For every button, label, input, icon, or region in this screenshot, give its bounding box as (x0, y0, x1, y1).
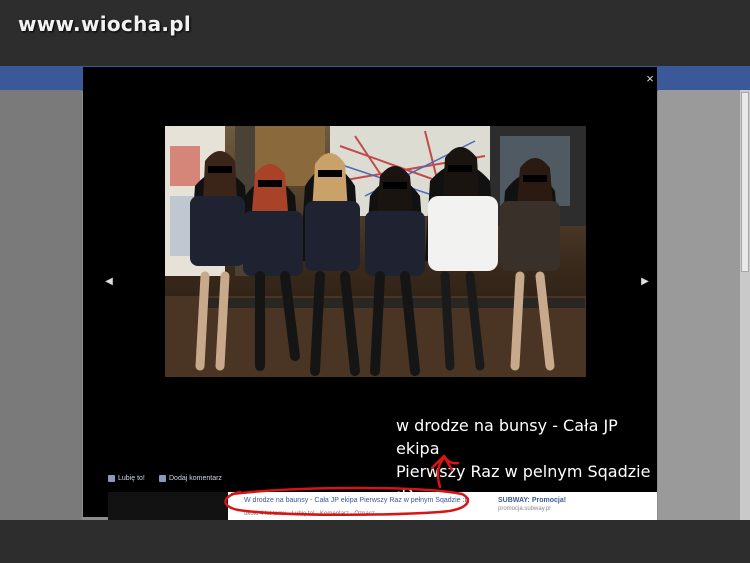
photo-meta: około 4 lat temu · Lubię to! · Komentarz… (244, 511, 375, 517)
left-gutter (0, 90, 82, 520)
page-scrollbar[interactable] (740, 90, 750, 520)
group-photo-illustration (165, 126, 586, 377)
sponsored-ad[interactable]: SUBWAY: Promocja! promocja.subway.pl (498, 497, 648, 512)
photo-info-panel: W drodze na baunsy - Cała JP ekipa Pierw… (228, 492, 657, 520)
right-column (658, 90, 740, 520)
scrollbar-thumb[interactable] (741, 92, 749, 272)
group-photo[interactable] (165, 126, 586, 377)
photo-caption: W drodze na baunsy - Cała JP ekipa Pierw… (244, 497, 470, 504)
comment-link[interactable]: Dodaj komentarz (159, 475, 222, 482)
panel-left-spacer (108, 492, 228, 520)
site-watermark: www.wiocha.pl (18, 12, 192, 36)
close-button[interactable]: × (643, 72, 657, 86)
bottom-bar (0, 520, 750, 563)
ad-title[interactable]: SUBWAY: Promocja! (498, 497, 648, 504)
caption-overlay-line-1: w drodze na bunsy - Cała JP ekipa (396, 416, 618, 458)
comment-icon (159, 475, 166, 482)
next-photo-arrow-icon[interactable]: ▶ (640, 276, 650, 288)
top-bar: www.wiocha.pl (0, 0, 750, 66)
like-link[interactable]: Lubię to! (108, 475, 145, 482)
comment-label: Dodaj komentarz (169, 475, 222, 482)
ad-url[interactable]: promocja.subway.pl (498, 506, 648, 512)
photo-action-bar: Lubię to! Dodaj komentarz (83, 471, 657, 491)
like-label: Lubię to! (118, 475, 145, 482)
thumbs-up-icon (108, 475, 115, 482)
previous-photo-arrow-icon[interactable]: ◀ (104, 276, 114, 288)
